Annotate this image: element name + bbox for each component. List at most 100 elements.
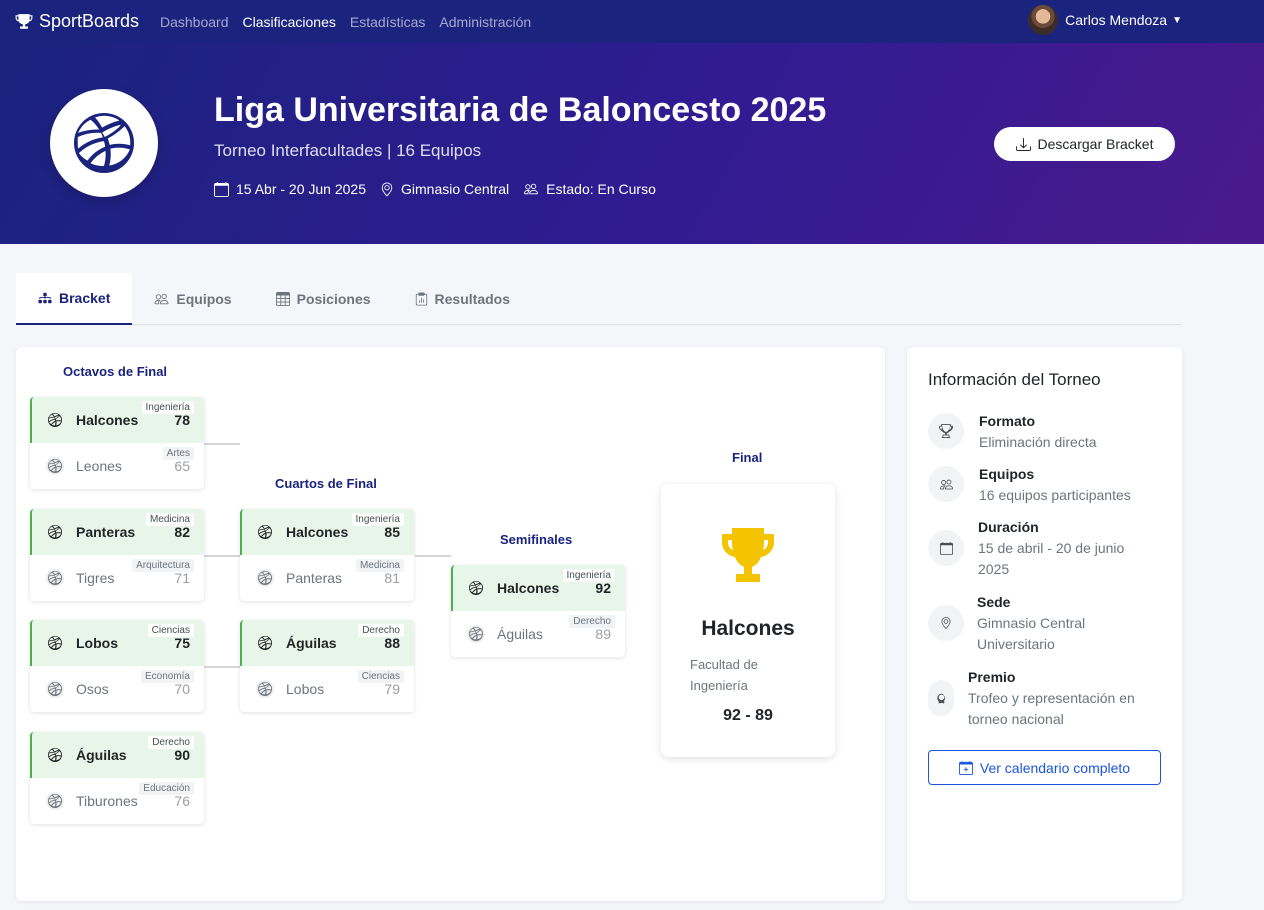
table-icon bbox=[275, 291, 290, 306]
download-bracket-button[interactable]: Descargar Bracket bbox=[994, 127, 1175, 161]
tournament-title: Liga Universitaria de Baloncesto 2025 bbox=[214, 91, 827, 129]
brand-logo[interactable]: SportBoards bbox=[15, 0, 139, 43]
team-name: Panteras bbox=[76, 524, 136, 540]
winner-team-row[interactable]: Halcones 92 Ingeniería bbox=[451, 565, 625, 611]
match-octavos-3[interactable]: Lobos 75 Ciencias Osos 70 Economía bbox=[30, 620, 204, 712]
view-calendar-button[interactable]: Ver calendario completo bbox=[928, 750, 1161, 785]
nav-link-clasificaciones[interactable]: Clasificaciones bbox=[243, 14, 336, 30]
faculty-badge: Ciencias bbox=[147, 624, 194, 637]
winner-team-row[interactable]: Lobos 75 Ciencias bbox=[30, 620, 204, 666]
avatar bbox=[1028, 5, 1059, 35]
calendar-icon bbox=[214, 181, 229, 197]
user-menu[interactable]: Carlos Mendoza ▼ bbox=[1028, 4, 1182, 36]
info-label-formato: Formato bbox=[979, 413, 1035, 429]
tab-bracket[interactable]: Bracket bbox=[16, 273, 133, 325]
basketball-icon bbox=[256, 569, 274, 587]
tab-resultados[interactable]: Resultados bbox=[393, 273, 532, 324]
calendar-icon bbox=[928, 530, 964, 566]
winner-team-row[interactable]: Águilas 88 Derecho bbox=[240, 620, 414, 666]
winner-team-row[interactable]: Águilas 90 Derecho bbox=[30, 732, 204, 778]
faculty-badge: Arquitectura bbox=[132, 559, 194, 572]
basketball-icon bbox=[46, 634, 64, 652]
team-name: Águilas bbox=[497, 626, 543, 642]
clipboard-chart-icon bbox=[415, 292, 427, 305]
nav-links: Dashboard Clasificaciones Estadísticas A… bbox=[160, 0, 545, 43]
tab-equipos[interactable]: Equipos bbox=[132, 273, 253, 324]
team-score: 75 bbox=[174, 635, 190, 651]
trophy-icon bbox=[928, 413, 964, 449]
top-navbar: SportBoards Dashboard Clasificaciones Es… bbox=[0, 0, 1264, 43]
team-score: 76 bbox=[174, 793, 190, 809]
round-title-final: Final bbox=[732, 450, 763, 465]
tournament-subtitle: Torneo Interfacultades | 16 Equipos bbox=[214, 141, 482, 160]
caret-down-icon: ▼ bbox=[1172, 14, 1182, 26]
team-score: 78 bbox=[174, 412, 190, 428]
faculty-badge: Ciencias bbox=[357, 670, 404, 683]
loser-team-row[interactable]: Lobos 79 Ciencias bbox=[240, 666, 414, 712]
faculty-badge: Derecho bbox=[569, 615, 615, 628]
loser-team-row[interactable]: Águilas 89 Derecho bbox=[451, 611, 625, 657]
basketball-icon bbox=[46, 792, 64, 810]
winner-team-row[interactable]: Halcones 78 Ingeniería bbox=[30, 397, 204, 443]
match-octavos-4[interactable]: Águilas 90 Derecho Tiburones 76 Educación bbox=[30, 732, 204, 824]
basketball-icon bbox=[46, 457, 64, 475]
nav-link-administracion[interactable]: Administración bbox=[439, 14, 531, 30]
tournament-info-panel: Información del Torneo Formato Eliminaci… bbox=[907, 347, 1182, 901]
team-score: 92 bbox=[595, 580, 611, 596]
loser-team-row[interactable]: Leones 65 Artes bbox=[30, 443, 204, 489]
match-semis-1[interactable]: Halcones 92 Ingeniería Águilas 89 Derecho bbox=[451, 565, 625, 657]
team-name: Águilas bbox=[76, 747, 127, 763]
basketball-icon bbox=[46, 680, 64, 698]
winner-team-row[interactable]: Panteras 82 Medicina bbox=[30, 509, 204, 555]
faculty-badge: Derecho bbox=[358, 624, 404, 637]
loser-team-row[interactable]: Panteras 81 Medicina bbox=[240, 555, 414, 601]
match-octavos-1[interactable]: Halcones 78 Ingeniería Leones 65 Artes bbox=[30, 397, 204, 489]
champion-score: 92 - 89 bbox=[723, 707, 773, 724]
match-cuartos-2[interactable]: Águilas 88 Derecho Lobos 79 Ciencias bbox=[240, 620, 414, 712]
team-score: 71 bbox=[174, 570, 190, 586]
basketball-icon bbox=[46, 746, 64, 764]
basketball-icon bbox=[46, 411, 64, 429]
match-octavos-2[interactable]: Panteras 82 Medicina Tigres 71 Arquitectura bbox=[30, 509, 204, 601]
faculty-badge: Artes bbox=[162, 447, 194, 460]
info-label-duracion: Duración bbox=[978, 519, 1039, 535]
faculty-badge: Educación bbox=[139, 782, 194, 795]
brand-name: SportBoards bbox=[39, 11, 140, 31]
trophy-icon bbox=[722, 528, 774, 582]
tab-posiciones[interactable]: Posiciones bbox=[254, 273, 393, 324]
match-cuartos-1[interactable]: Halcones 85 Ingeniería Panteras 81 Medicina bbox=[240, 509, 414, 601]
loser-team-row[interactable]: Tiburones 76 Educación bbox=[30, 778, 204, 824]
champion-faculty: Facultad de Ingeniería bbox=[690, 657, 758, 693]
faculty-badge: Derecho bbox=[148, 736, 194, 749]
loser-team-row[interactable]: Tigres 71 Arquitectura bbox=[30, 555, 204, 601]
team-name: Leones bbox=[76, 458, 122, 474]
nav-link-estadisticas[interactable]: Estadísticas bbox=[350, 14, 425, 30]
view-calendar-label: Ver calendario completo bbox=[979, 759, 1131, 776]
team-name: Águilas bbox=[286, 635, 337, 651]
meta-dates-text: 15 Abr - 20 Jun 2025 bbox=[236, 181, 366, 197]
team-name: Halcones bbox=[497, 580, 560, 596]
trophy-icon bbox=[15, 13, 33, 29]
faculty-badge: Medicina bbox=[355, 559, 404, 572]
tab-resultados-label: Resultados bbox=[434, 290, 510, 307]
team-score: 90 bbox=[174, 747, 190, 763]
team-name: Halcones bbox=[286, 524, 349, 540]
winner-team-row[interactable]: Halcones 85 Ingeniería bbox=[240, 509, 414, 555]
info-item-duracion: Duración 15 de abril - 20 de junio 2025 bbox=[928, 519, 1168, 579]
nav-link-dashboard[interactable]: Dashboard bbox=[160, 14, 229, 30]
download-icon bbox=[1015, 137, 1031, 151]
team-score: 65 bbox=[174, 458, 190, 474]
tournament-tabs: Bracket Equipos Posiciones Resultados bbox=[16, 273, 1182, 325]
basketball-icon bbox=[46, 523, 64, 541]
tournament-meta: 15 Abr - 20 Jun 2025 Gimnasio Central Es… bbox=[214, 181, 670, 197]
info-value-sede: Gimnasio Central Universitario bbox=[977, 615, 1086, 652]
bracket-connector bbox=[204, 666, 240, 668]
meta-venue-text: Gimnasio Central bbox=[401, 181, 510, 197]
info-label-premio: Premio bbox=[968, 669, 1016, 685]
champion-card[interactable]: Halcones Facultad de Ingeniería 92 - 89 bbox=[661, 484, 835, 757]
calendar-plus-icon bbox=[958, 760, 973, 775]
loser-team-row[interactable]: Osos 70 Economía bbox=[30, 666, 204, 712]
team-score: 81 bbox=[384, 570, 400, 586]
meta-venue: Gimnasio Central bbox=[380, 181, 509, 197]
info-value-equipos: 16 equipos participantes bbox=[979, 487, 1131, 503]
